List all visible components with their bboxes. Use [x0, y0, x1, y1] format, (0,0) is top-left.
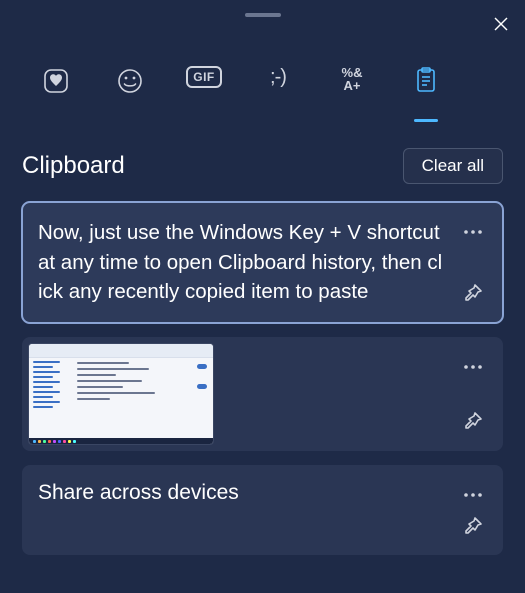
more-icon	[464, 230, 482, 234]
clipboard-item-content: Now, just use the Windows Key + V shortc…	[38, 218, 443, 307]
close-icon	[493, 16, 509, 32]
gif-icon: GIF	[186, 66, 222, 88]
clipboard-item-text[interactable]: Share across devices	[22, 465, 503, 555]
clipboard-item-content: Share across devices	[38, 481, 443, 505]
tab-symbols[interactable]: %& A+	[332, 66, 372, 114]
clear-all-button[interactable]: Clear all	[403, 148, 503, 184]
item-actions	[453, 337, 493, 451]
tab-recent[interactable]	[36, 66, 76, 114]
category-tabs: GIF ;-) %& A+	[0, 0, 525, 114]
item-actions	[453, 202, 493, 323]
tab-emoji[interactable]	[110, 66, 150, 114]
tab-gif[interactable]: GIF	[184, 66, 224, 114]
smiley-icon	[115, 66, 145, 96]
more-icon	[464, 493, 482, 497]
page-title: Clipboard	[22, 152, 125, 180]
pin-icon	[463, 516, 483, 536]
clipboard-icon	[412, 66, 440, 94]
tab-kaomoji[interactable]: ;-)	[258, 66, 298, 114]
pin-button[interactable]	[457, 405, 489, 437]
more-icon	[464, 365, 482, 369]
pin-icon	[463, 283, 483, 303]
pin-icon	[463, 411, 483, 431]
symbols-icon: %& A+	[342, 66, 363, 92]
panel-header: Clipboard Clear all	[0, 114, 525, 184]
clipboard-thumbnail	[28, 343, 214, 445]
heart-square-icon	[41, 66, 71, 96]
kaomoji-icon: ;-)	[270, 66, 286, 89]
more-button[interactable]	[457, 216, 489, 248]
clipboard-item-image[interactable]	[22, 337, 503, 451]
drag-handle[interactable]	[245, 13, 281, 17]
more-button[interactable]	[457, 479, 489, 510]
pin-button[interactable]	[457, 277, 489, 309]
tab-clipboard[interactable]	[406, 66, 446, 114]
item-actions	[453, 465, 493, 555]
close-button[interactable]	[487, 10, 515, 38]
more-button[interactable]	[457, 351, 489, 383]
pin-button[interactable]	[457, 510, 489, 541]
clipboard-item-text[interactable]: Now, just use the Windows Key + V shortc…	[22, 202, 503, 323]
clipboard-items: Now, just use the Windows Key + V shortc…	[0, 184, 525, 555]
